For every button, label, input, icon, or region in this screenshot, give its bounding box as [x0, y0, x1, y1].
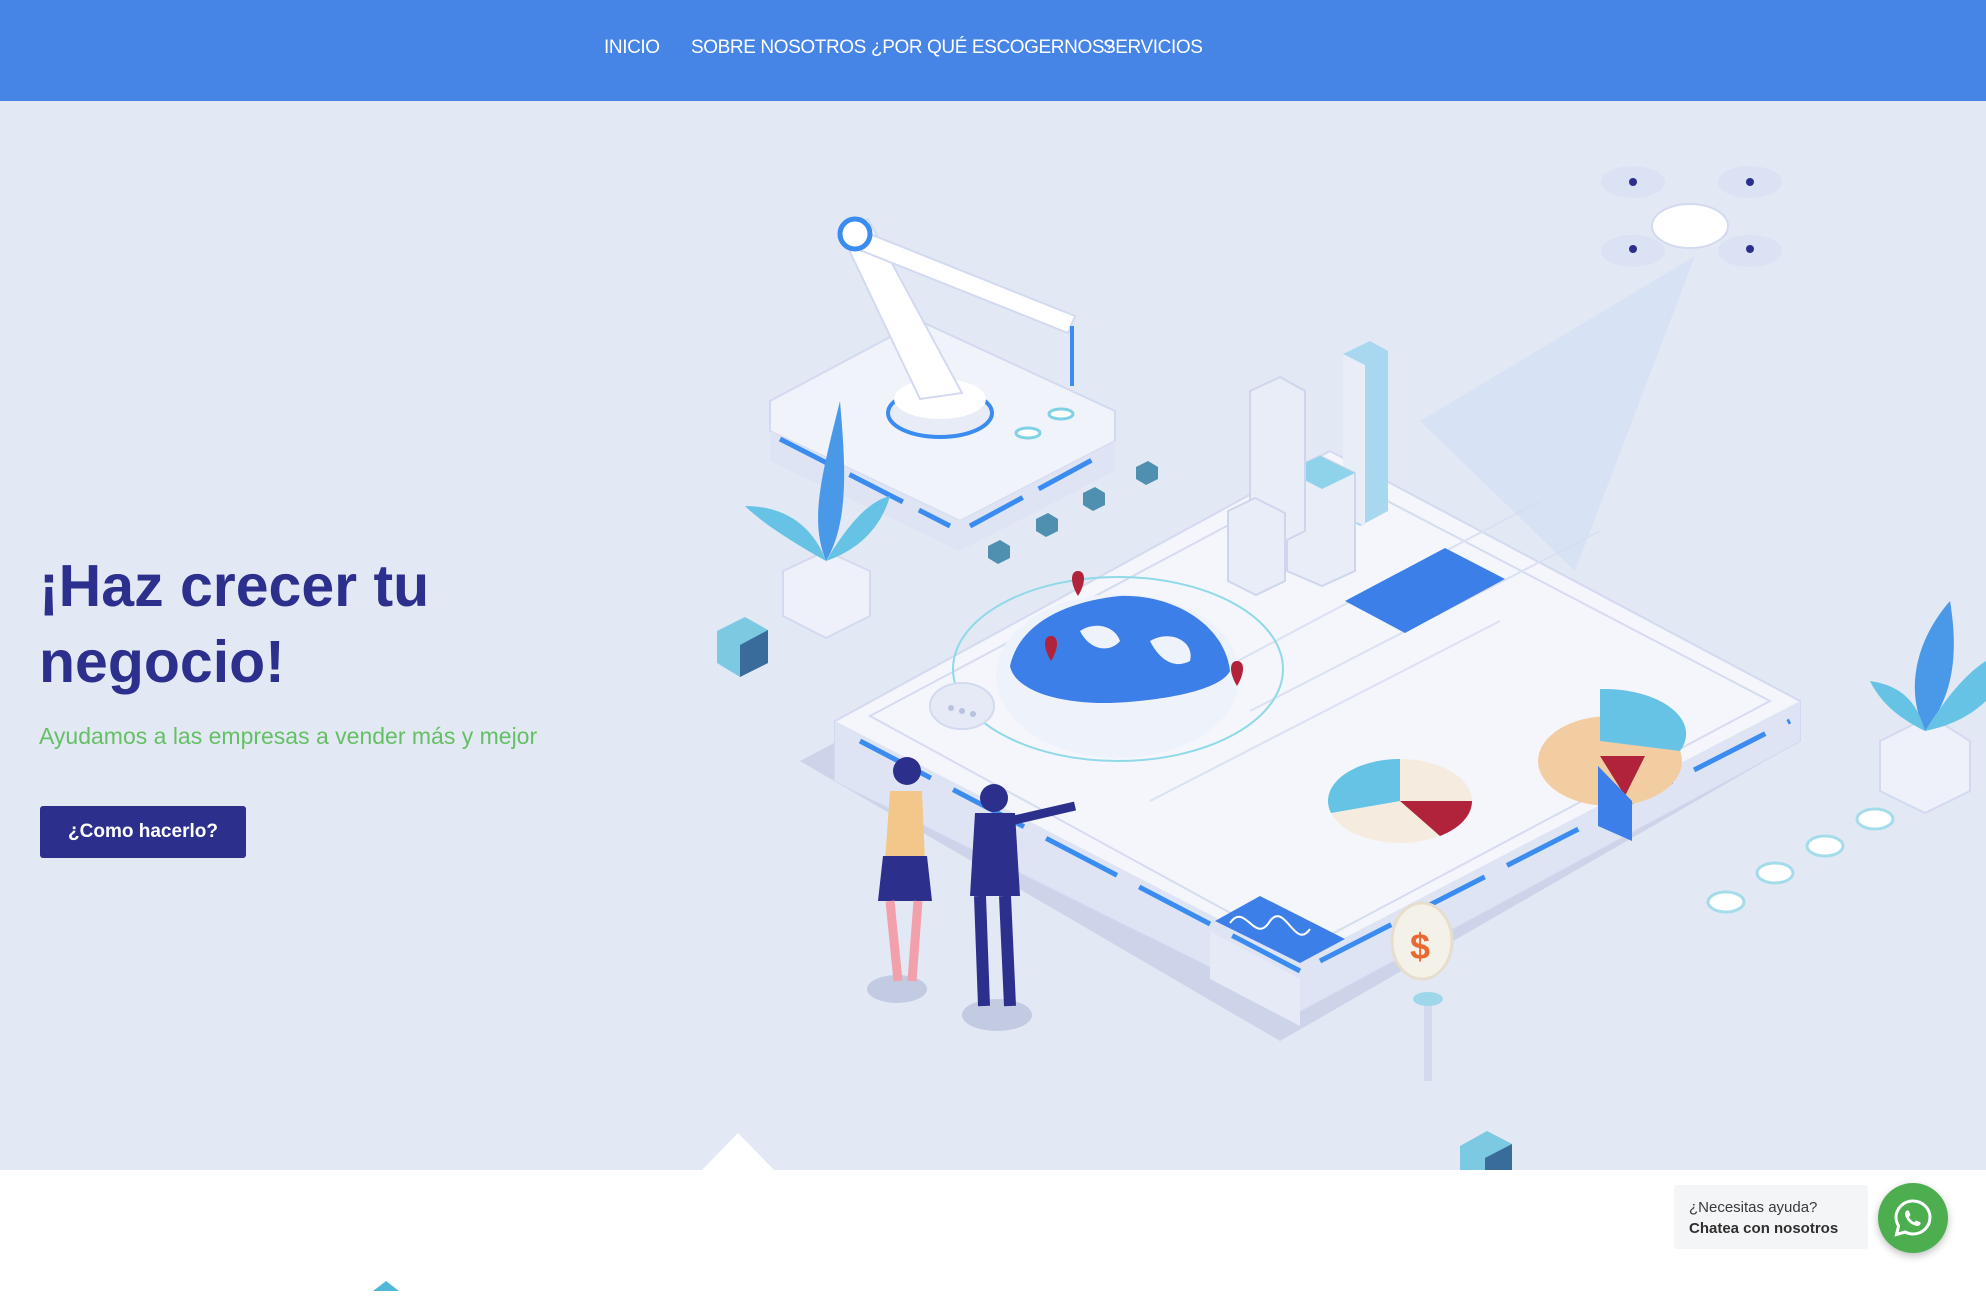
chat-tooltip-action: Chatea con nosotros: [1689, 1220, 1839, 1237]
nav-item-servicios[interactable]: SERVICIOS: [1103, 37, 1203, 59]
top-navbar: INICIO SOBRE NOSOTROS ¿POR QUÉ ESCOGERNO…: [0, 0, 1986, 101]
how-to-button[interactable]: ¿Como hacerlo?: [40, 806, 246, 858]
nav-item-por-que-escogernos[interactable]: ¿POR QUÉ ESCOGERNOS?: [871, 37, 1115, 59]
hero-subtitle: Ayudamos a las empresas a vender más y m…: [39, 723, 538, 749]
hero-title: ¡Haz crecer tu negocio!: [39, 553, 430, 695]
hero-section: $ ¡Haz crecer tu negocio! Ayudamos a las…: [0, 101, 1986, 1170]
chat-tooltip-question: ¿Necesitas ayuda?: [1689, 1199, 1818, 1216]
hero-section-notch: [702, 1133, 774, 1170]
whatsapp-chat-button[interactable]: [1878, 1183, 1948, 1253]
nav-item-inicio[interactable]: INICIO: [604, 37, 660, 59]
svg-text:$: $: [1410, 926, 1430, 967]
nav-item-sobre-nosotros[interactable]: SOBRE NOSOTROS: [691, 37, 866, 59]
whatsapp-icon: [1894, 1199, 1932, 1237]
chat-tooltip[interactable]: ¿Necesitas ayuda? Chatea con nosotros: [1674, 1185, 1868, 1249]
section-decoration-icon: [371, 1278, 401, 1296]
